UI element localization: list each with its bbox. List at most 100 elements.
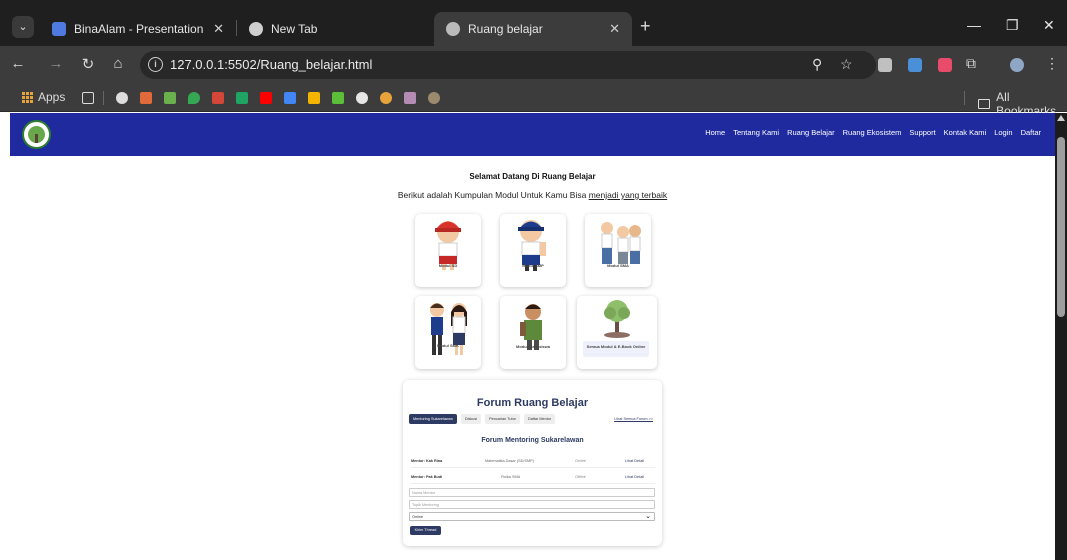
tab-diskusi[interactable]: Diskusi <box>460 414 482 424</box>
site-logo[interactable] <box>22 120 51 149</box>
nav-daftar[interactable]: Daftar <box>1021 128 1041 137</box>
drive-bookmark-icon[interactable] <box>236 92 248 104</box>
bookmark-divider <box>103 91 104 105</box>
browser-toolbar: ← → ↻ ⌂ i 127.0.0.1:5502/Ruang_belajar.h… <box>0 46 1067 84</box>
docs-bookmark-icon[interactable] <box>284 92 296 104</box>
maps-bookmark-icon[interactable] <box>188 92 200 104</box>
tab-daftar-mentor[interactable]: Daftar Mentor <box>523 414 556 424</box>
smk-students-illustration-icon <box>430 303 467 355</box>
nav-kontak-kami[interactable]: Kontak Kami <box>944 128 987 137</box>
close-tab-icon[interactable]: ✕ <box>609 21 620 37</box>
module-label: Modul SMK <box>437 343 459 348</box>
extension-icon[interactable] <box>878 58 892 72</box>
mentor-detail-link[interactable]: Lihat Detail <box>625 475 644 479</box>
nav-tentang-kami[interactable]: Tentang Kami <box>733 128 779 137</box>
forum-title: Forum Ruang Belajar <box>476 397 589 409</box>
site-info-icon[interactable]: i <box>148 57 163 72</box>
chrome-favicon-icon <box>249 22 263 36</box>
nav-support[interactable]: Support <box>909 128 935 137</box>
minimize-icon[interactable]: — <box>967 17 981 33</box>
tab-mentoring-sukarelawan[interactable]: Mentoring Sukarelawan <box>409 414 457 424</box>
nav-login[interactable]: Login <box>994 128 1012 137</box>
mentor-topic: Fisika SMA <box>501 475 521 479</box>
module-label: Modul SMP <box>522 263 544 268</box>
close-tab-icon[interactable]: ✕ <box>213 21 224 37</box>
tab-title: Ruang belajar <box>468 22 543 36</box>
mentor-name-input[interactable]: Nama Mentor <box>409 488 655 497</box>
bookmark-icon[interactable] <box>380 92 392 104</box>
address-bar[interactable]: i 127.0.0.1:5502/Ruang_belajar.html ⚲ ☆ <box>140 51 876 79</box>
profile-avatar-icon[interactable] <box>1010 58 1024 72</box>
new-tab-plus-icon[interactable]: + <box>640 17 651 35</box>
apps-grid-icon <box>22 91 33 103</box>
nav-ruang-ekosistem[interactable]: Ruang Ekosistem <box>843 128 902 137</box>
forum-subtitle: Forum Mentoring Sukarelawan <box>481 437 584 444</box>
bookmark-icon[interactable] <box>428 92 440 104</box>
tab-ruang-belajar[interactable]: Ruang belajar ✕ <box>434 12 632 46</box>
tab-title: BinaAlam - Presentation <box>74 22 204 36</box>
module-label: Modul SMA <box>607 263 629 268</box>
module-card-smp[interactable]: Modul SMP <box>500 214 566 287</box>
page-scrollbar[interactable] <box>1055 113 1067 560</box>
pocket-extension-icon[interactable] <box>938 58 952 72</box>
zoom-icon[interactable]: ⚲ <box>812 56 822 73</box>
youtube-bookmark-icon[interactable] <box>260 92 272 104</box>
slides-bookmark-icon[interactable] <box>308 92 320 104</box>
submit-thread-button[interactable]: Kirim Thread <box>410 526 441 535</box>
tab-search-chevron-icon[interactable]: ⌄ <box>12 16 34 38</box>
gmail-bookmark-icon[interactable] <box>212 92 224 104</box>
browser-tab-bar: ⌄ BinaAlam - Presentation ✕ New Tab Ruan… <box>0 0 1067 46</box>
module-label: Modul Mahasiswa <box>515 344 550 349</box>
apps-bookmark[interactable]: Apps <box>22 90 65 104</box>
bookmark-star-icon[interactable]: ☆ <box>840 56 853 73</box>
status-select[interactable]: Online ⌄ <box>409 512 655 521</box>
mentoring-topic-input[interactable]: Topik Mentoring <box>409 500 655 509</box>
bookmark-icon[interactable] <box>404 92 416 104</box>
close-window-icon[interactable]: ✕ <box>1043 17 1055 34</box>
chatgpt-bookmark-icon[interactable] <box>356 92 368 104</box>
tab-title: New Tab <box>271 22 318 36</box>
back-arrow-icon[interactable]: ← <box>8 55 28 72</box>
mentor-status: Online <box>575 459 586 463</box>
logo-trunk <box>35 134 38 143</box>
tab-binaalam[interactable]: BinaAlam - Presentation ✕ <box>40 12 236 46</box>
grid-bookmark-icon[interactable] <box>82 92 94 104</box>
home-icon[interactable]: ⌂ <box>108 55 128 72</box>
restore-icon[interactable]: ❐ <box>1006 17 1019 34</box>
welcome-subtitle: Berikut adalah Kumpulan Modul Untuk Kamu… <box>10 190 1055 200</box>
site-header: Home Tentang Kami Ruang Belajar Ruang Ek… <box>10 113 1055 156</box>
bookmark-icon[interactable] <box>332 92 344 104</box>
mentor-name: Mentor: Pak Budi <box>411 475 443 479</box>
mentor-row: Mentor: Pak Budi Fisika SMA Offline Liha… <box>411 472 655 484</box>
extensions-puzzle-icon[interactable]: ⧉ <box>966 55 976 72</box>
module-card-sd[interactable]: Modul SD <box>415 214 481 287</box>
menu-kebab-icon[interactable]: ⋮ <box>1045 55 1059 72</box>
scroll-up-arrow-icon[interactable] <box>1057 115 1065 121</box>
url-text[interactable]: 127.0.0.1:5502/Ruang_belajar.html <box>170 57 372 72</box>
forward-arrow-icon[interactable]: → <box>46 55 66 72</box>
module-card-mahasiswa[interactable]: Modul Mahasiswa <box>500 296 566 369</box>
bookmark-icon[interactable] <box>140 92 152 104</box>
mentor-detail-link[interactable]: Lihat Detail <box>625 459 644 463</box>
scroll-thumb[interactable] <box>1057 137 1065 317</box>
mentor-status: Offline <box>575 475 586 479</box>
chevron-down-icon: ⌄ <box>645 513 651 520</box>
module-card-all[interactable]: Semua Modul & E-Book Online <box>577 296 657 369</box>
nav-home[interactable]: Home <box>705 128 725 137</box>
mentor-topic: Matematika Dasar (SD/SMP) <box>485 459 534 463</box>
module-card-smk[interactable]: Modul SMK <box>415 296 481 369</box>
see-all-forums-link[interactable]: Lihat Semua Forum >> <box>610 414 657 424</box>
translate-extension-icon[interactable] <box>908 58 922 72</box>
tab-pencarian-tutor[interactable]: Pencarian Tutor <box>485 414 520 424</box>
reload-icon[interactable]: ↻ <box>78 55 98 73</box>
tab-new-tab[interactable]: New Tab <box>237 12 432 46</box>
slides-favicon-icon <box>52 22 66 36</box>
status-select-value: Online <box>412 515 423 519</box>
forum-tabs: Mentoring Sukarelawan Diskusi Pencarian … <box>409 414 657 424</box>
welcome-subtitle-link[interactable]: menjadi yang terbaik <box>589 190 667 200</box>
bookmark-icon[interactable] <box>164 92 176 104</box>
module-card-sma[interactable]: Modul SMA <box>585 214 651 287</box>
bookmarks-bar: Apps All Bookmarks <box>0 84 1067 118</box>
nav-ruang-belajar[interactable]: Ruang Belajar <box>787 128 835 137</box>
gear-bookmark-icon[interactable] <box>116 92 128 104</box>
